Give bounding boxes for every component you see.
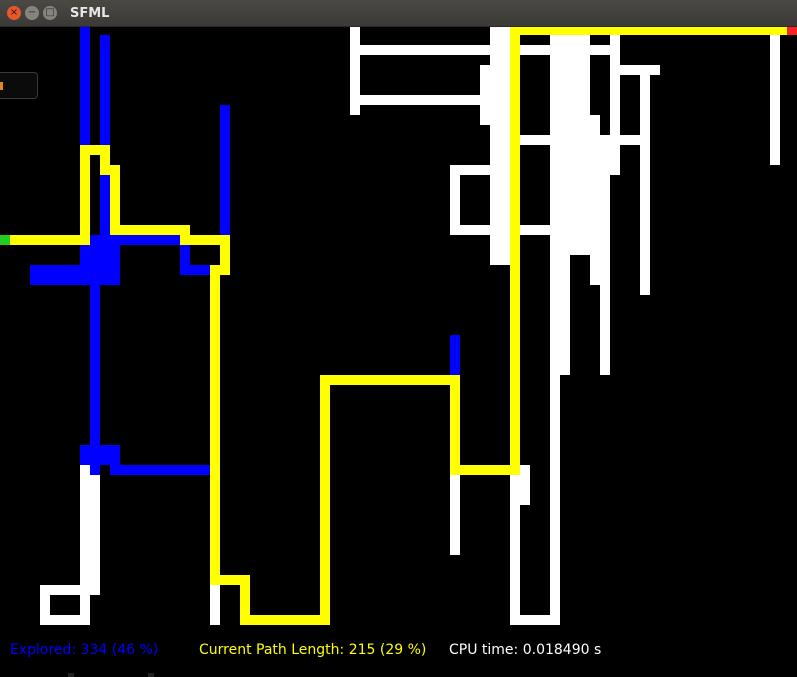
path-length-status: Current Path Length: 215 (29 %) [199, 642, 427, 658]
wall [550, 375, 560, 625]
wall [600, 145, 610, 375]
overlay-popup[interactable] [0, 72, 38, 99]
explored-cell [180, 265, 210, 275]
wall [80, 585, 90, 625]
explored-status: Explored: 334 (46 %) [10, 642, 159, 658]
wall [610, 65, 660, 75]
window-title: SFML [70, 5, 110, 21]
wall [640, 65, 650, 295]
goal-marker [787, 27, 797, 35]
wall [450, 475, 460, 555]
minimize-icon[interactable]: − [25, 6, 39, 20]
wall [210, 585, 220, 625]
maze-walls [40, 27, 780, 625]
wall [80, 465, 100, 595]
wall [610, 27, 620, 175]
explored-cells [30, 27, 460, 475]
wall [480, 65, 490, 125]
maze-canvas[interactable]: Explored: 334 (46 %) Current Path Length… [0, 27, 797, 677]
maze-drawing [0, 27, 797, 677]
cropped-cell [68, 673, 74, 677]
wall [550, 27, 560, 375]
explored-cell [450, 335, 460, 375]
explored-cell [110, 465, 210, 475]
cpu-time-status: CPU time: 0.018490 s [449, 642, 602, 658]
cropped-cell [148, 673, 154, 677]
explored-cell [90, 235, 100, 475]
wall [450, 165, 460, 235]
maximize-icon[interactable]: □ [43, 6, 57, 20]
indicator-icon [0, 82, 3, 90]
explored-cell [80, 445, 120, 465]
close-icon[interactable]: × [7, 6, 21, 20]
explored-cell [220, 105, 230, 235]
start-marker [0, 235, 10, 245]
wall [580, 175, 600, 255]
wall [510, 465, 520, 625]
current-path [5, 27, 792, 625]
wall [770, 27, 780, 165]
window-titlebar: × − □ SFML [0, 0, 797, 27]
explored-cell [80, 27, 90, 147]
wall [560, 27, 570, 375]
explored-cell [30, 265, 120, 285]
wall [350, 95, 490, 105]
